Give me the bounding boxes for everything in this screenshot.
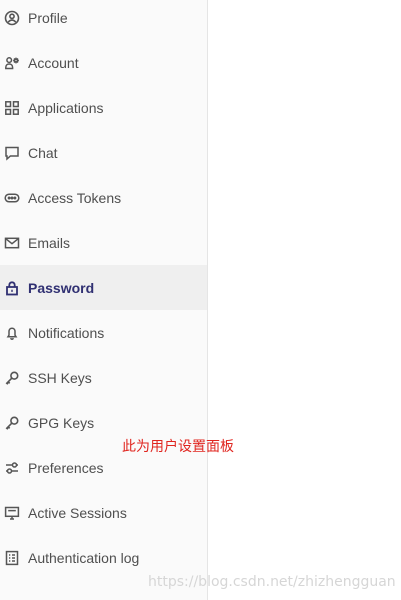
sidebar-item-label: SSH Keys [28,369,92,386]
user-settings-annotation: 此为用户设置面板 [122,439,234,455]
account-settings-icon [4,55,20,71]
sidebar-item-access-tokens[interactable]: Access Tokens [0,175,207,220]
sidebar-item-emails[interactable]: Emails [0,220,207,265]
settings-content-panel [208,0,401,600]
lock-icon [4,280,20,296]
monitor-icon [4,505,20,521]
sidebar-item-account[interactable]: Account [0,40,207,85]
key-icon [4,415,20,431]
user-settings-screen: Profile Account Applications Chat Access… [0,0,401,600]
sidebar-item-label: Account [28,54,79,71]
sidebar-item-label: Chat [28,144,58,161]
sidebar-item-label: Active Sessions [28,504,127,521]
log-icon [4,550,20,566]
chat-icon [4,145,20,161]
sidebar-item-label: Applications [28,99,104,116]
sidebar-item-applications[interactable]: Applications [0,85,207,130]
sidebar-item-label: Profile [28,9,68,26]
key-icon [4,370,20,386]
sidebar-item-active-sessions[interactable]: Active Sessions [0,490,207,535]
sidebar-item-chat[interactable]: Chat [0,130,207,175]
sidebar-item-label: Access Tokens [28,189,122,206]
notifications-icon [4,325,20,341]
sidebar-item-password[interactable]: Password [0,265,207,310]
preferences-icon [4,460,20,476]
sidebar-item-label: Password [28,279,95,296]
sidebar-item-label: GPG Keys [28,414,95,431]
sidebar-item-label: Preferences [28,459,104,476]
sidebar-item-label: Emails [28,234,71,251]
sidebar-item-ssh-keys[interactable]: SSH Keys [0,355,207,400]
sidebar-item-profile[interactable]: Profile [0,0,207,40]
sidebar-item-notifications[interactable]: Notifications [0,310,207,355]
watermark-url: https://blog.csdn.net/zhizhengguan [148,574,396,590]
applications-icon [4,100,20,116]
mail-icon [4,235,20,251]
profile-icon [4,10,20,26]
access-token-icon [4,190,20,206]
sidebar-item-label: Authentication log [28,549,140,566]
sidebar-item-label: Notifications [28,324,105,341]
settings-nav-list: Profile Account Applications Chat Access… [0,0,207,580]
settings-sidebar: Profile Account Applications Chat Access… [0,0,208,600]
